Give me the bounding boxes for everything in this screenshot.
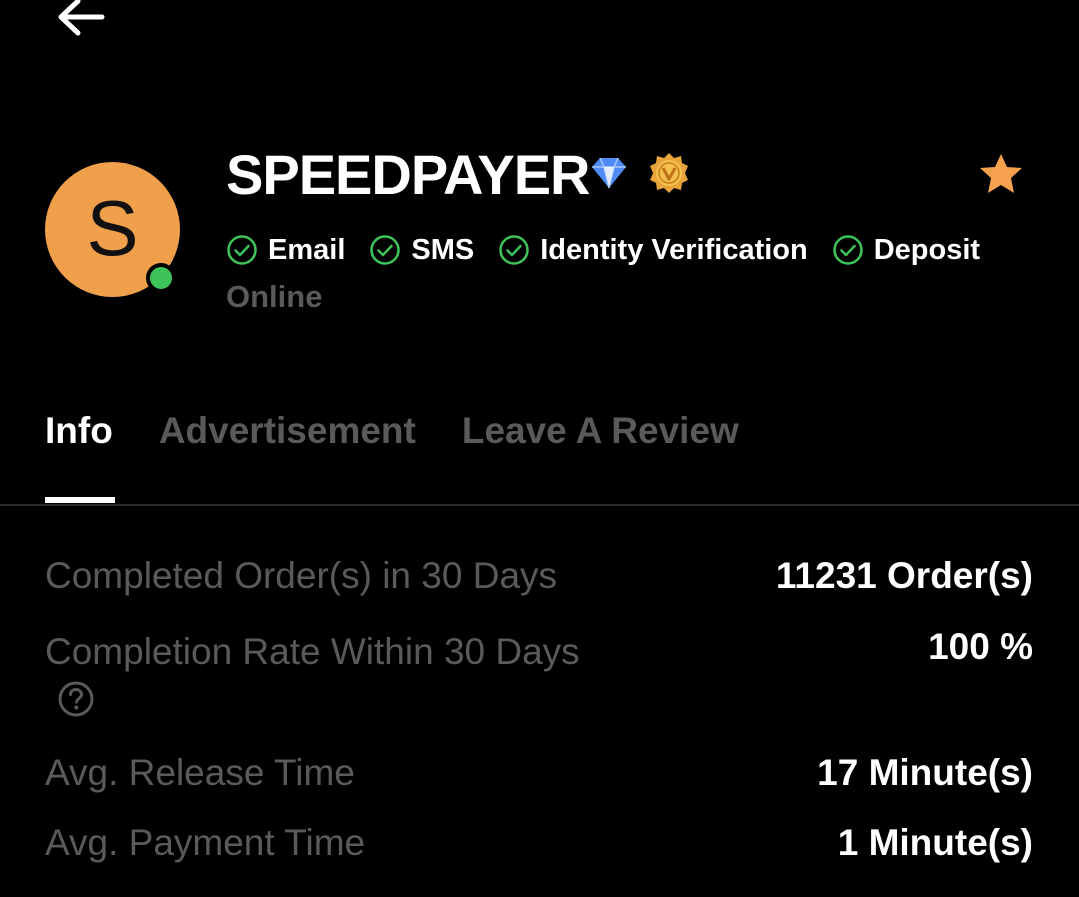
completed-orders-label: Completed Order(s) in 30 Days (45, 555, 558, 596)
online-indicator (146, 263, 176, 293)
verification-label: SMS (411, 233, 475, 266)
verification-label: Identity Verification (540, 233, 808, 266)
check-circle-icon (499, 235, 529, 265)
release-time-label: Avg. Release Time (45, 752, 355, 793)
payment-time-value: 1 Minute(s) (837, 822, 1033, 863)
online-status-text: Online (226, 279, 323, 314)
verification-label: Email (268, 233, 346, 266)
check-circle-icon (832, 235, 863, 265)
tab-leave-a-review[interactable]: Leave A Review (462, 408, 739, 454)
verification-deposit: Deposit (832, 234, 980, 267)
completion-rate-value: 100 % (928, 626, 1033, 667)
release-time-value: 17 Minute(s) (817, 752, 1033, 793)
verification-sms: SMS (369, 234, 474, 267)
tab-advertisement[interactable]: Advertisement (159, 408, 416, 454)
payment-time-label: Avg. Payment Time (45, 822, 366, 863)
completion-rate-label: Completion Rate Within 30 Days (45, 631, 580, 672)
check-circle-icon (370, 235, 401, 265)
active-tab-indicator (45, 497, 115, 503)
favorite-star-icon[interactable] (978, 152, 1024, 196)
arrow-left-icon (58, 0, 105, 36)
tab-info[interactable]: Info (45, 408, 113, 454)
verification-label: Deposit (873, 233, 981, 266)
tab-bar: Info Advertisement Leave A Review (45, 408, 785, 454)
back-button[interactable] (54, 0, 106, 40)
verification-list: Email SMS Identity Verification Deposit (226, 230, 1004, 270)
verification-email: Email (226, 234, 345, 267)
vip-badge-icon (650, 153, 688, 193)
question-circle-icon[interactable] (57, 680, 95, 718)
merchant-name: SPEEDPAYER (226, 143, 590, 206)
divider (0, 504, 1079, 506)
check-circle-icon (227, 235, 257, 265)
completed-orders-value: 11231 Order(s) (775, 555, 1033, 596)
avatar-initial: S (86, 183, 139, 272)
verification-identity: Identity Verification (498, 234, 808, 267)
diamond-icon (592, 157, 626, 189)
